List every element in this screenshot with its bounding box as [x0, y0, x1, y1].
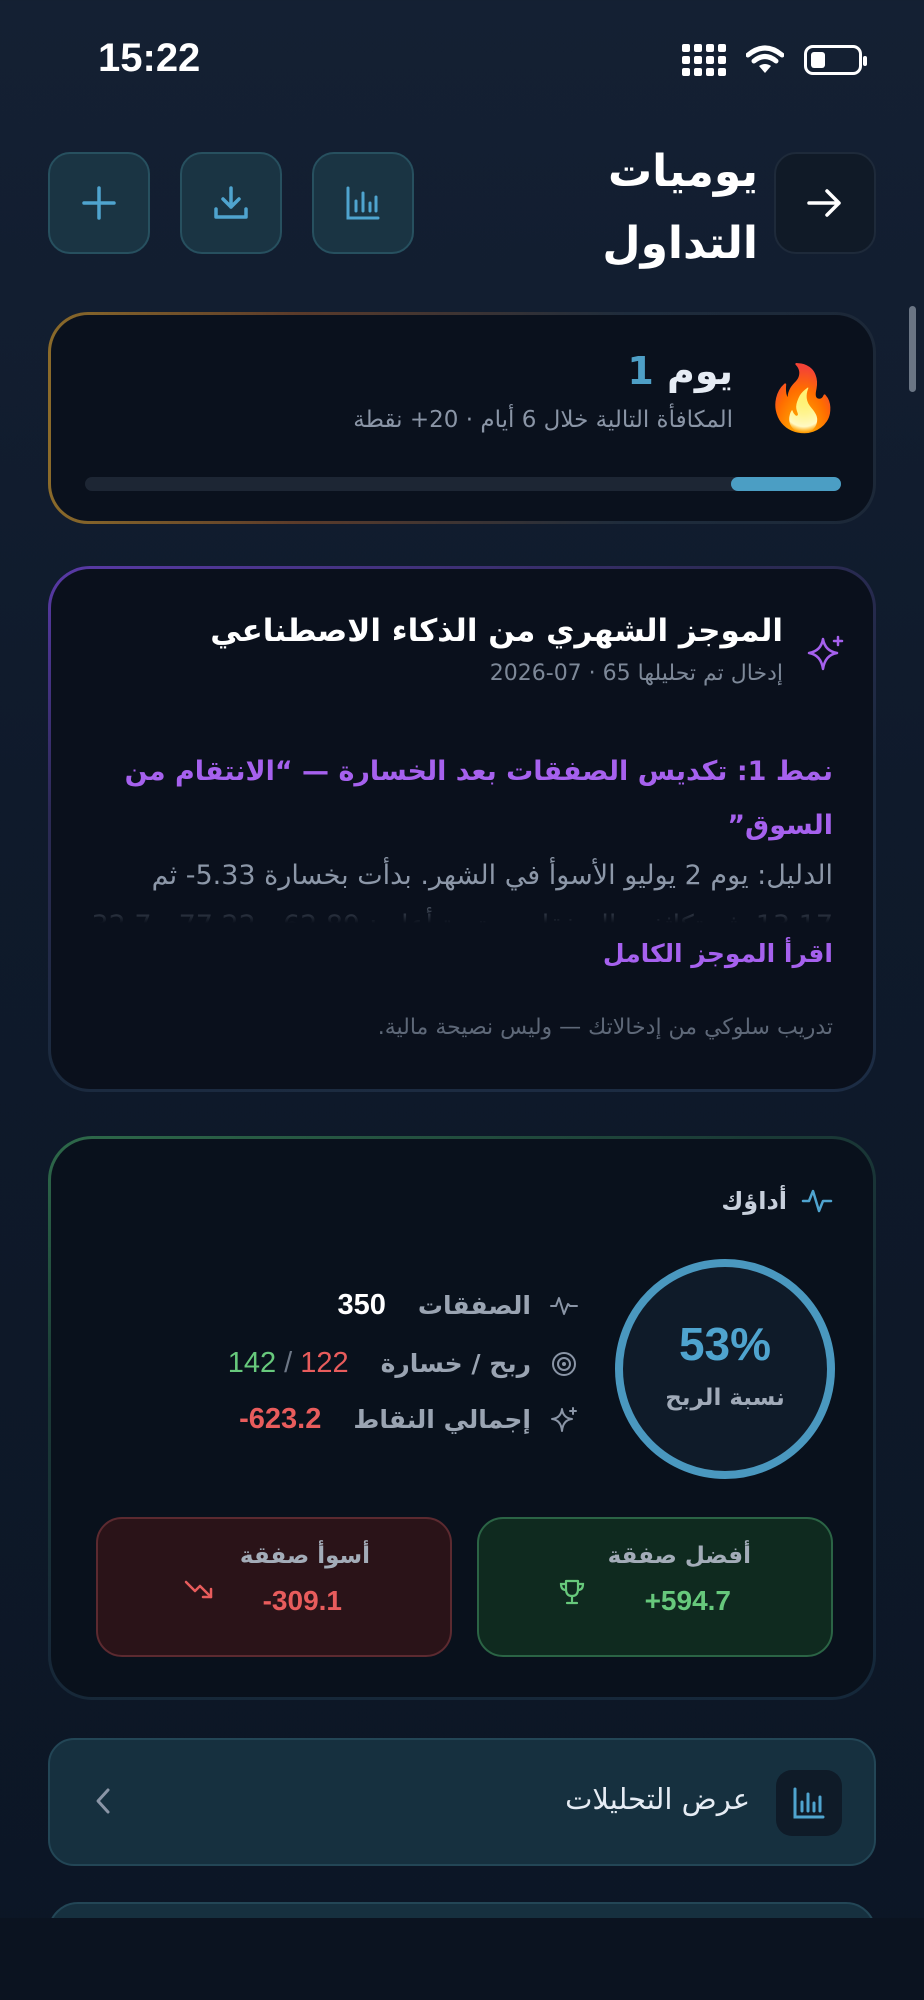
- battery-icon: [804, 45, 867, 75]
- plus-icon: [82, 186, 116, 220]
- performance-heading-label: أداؤك: [721, 1187, 787, 1215]
- win-rate-ring: 53% نسبة الربح: [615, 1259, 835, 1479]
- wifi-icon: [746, 45, 784, 73]
- streak-subtitle: المكافأة التالية خلال 6 أيام · 20+ نقطة: [353, 407, 733, 433]
- points-value: -623.2: [239, 1403, 322, 1435]
- status-time: 15:22: [98, 36, 201, 80]
- wins-value: 142: [227, 1347, 277, 1379]
- trophy-icon: [559, 1579, 585, 1605]
- view-analytics-button[interactable]: عرض التحليلات: [48, 1738, 876, 1866]
- chevron-left-icon: [96, 1788, 110, 1814]
- target-icon: [549, 1350, 579, 1378]
- ai-evidence-text: الدليل: يوم 2 يوليو الأسوأ في الشهر. بدأ…: [73, 851, 833, 923]
- losses-value: 122: [300, 1347, 349, 1379]
- streak-day: 1: [627, 349, 654, 393]
- points-stat: إجمالي النقاط -623.2: [239, 1403, 579, 1436]
- add-button[interactable]: [48, 152, 150, 254]
- back-button[interactable]: [774, 152, 876, 254]
- trend-down-icon: [184, 1580, 213, 1599]
- performance-heading: أداؤك: [721, 1187, 833, 1215]
- download-button[interactable]: [180, 152, 282, 254]
- cellular-signal-icon: [682, 44, 726, 76]
- download-icon: [214, 186, 248, 219]
- streak-progress-fill: [731, 477, 841, 491]
- ai-pattern-heading: نمط 1: تكديس الصفقات بعد الخسارة — “الان…: [124, 756, 833, 841]
- pulse-icon: [549, 1294, 579, 1318]
- bar-chart-icon: [346, 186, 380, 220]
- analytics-icon-box: [776, 1770, 842, 1836]
- sparkle-small-icon: [549, 1406, 579, 1434]
- win-rate-value: 53%: [678, 1318, 772, 1370]
- win-loss-stat: ربح / خسارة 142 / 122: [228, 1347, 579, 1380]
- ai-summary-subtitle: إدخال تم تحليلها 65 · 07-2026: [489, 661, 783, 686]
- streak-title: يوم 1: [627, 349, 733, 393]
- streak-title-prefix: يوم: [667, 349, 733, 393]
- ai-summary-card[interactable]: الموجز الشهري من الذكاء الاصطناعي إدخال …: [48, 566, 876, 1092]
- trades-stat: الصفقات 350: [338, 1289, 579, 1322]
- sparkle-icon: [807, 635, 844, 671]
- best-trade-card[interactable]: أفضل صفقة +594.7: [477, 1517, 833, 1657]
- ai-disclaimer: تدريب سلوكي من إدخالاتك — وليس نصيحة مال…: [377, 1015, 833, 1040]
- arrow-right-icon: [807, 189, 841, 217]
- view-analytics-label: عرض التحليلات: [565, 1782, 750, 1816]
- points-label: إجمالي النقاط: [353, 1405, 531, 1434]
- bottom-area: [0, 1918, 924, 2000]
- activity-icon: [801, 1189, 833, 1213]
- bar-chart-icon: [793, 1787, 825, 1819]
- stats-button[interactable]: [312, 152, 414, 254]
- best-trade-value: +594.7: [644, 1585, 731, 1616]
- worst-trade-value: -309.1: [262, 1585, 342, 1616]
- worst-trade-label: أسوأ صفقة: [239, 1543, 370, 1569]
- streak-card[interactable]: 🔥 يوم 1 المكافأة التالية خلال 6 أيام · 2…: [48, 312, 876, 524]
- best-trade-label: أفضل صفقة: [607, 1543, 751, 1569]
- read-full-summary-link[interactable]: اقرأ الموجز الكامل: [603, 939, 833, 968]
- win-rate-label: نسبة الربح: [665, 1385, 785, 1411]
- win-loss-label: ربح / خسارة: [380, 1349, 531, 1378]
- win-loss-value: 142 / 122: [228, 1347, 349, 1380]
- scrollbar[interactable]: [909, 306, 916, 392]
- page-title: يوميات التداول: [602, 146, 758, 269]
- trades-label: الصفقات: [417, 1291, 531, 1320]
- performance-card: أداؤك 53% نسبة الربح الصفقات 350 ربح / خ…: [48, 1136, 876, 1700]
- worst-trade-card[interactable]: أسوأ صفقة -309.1: [96, 1517, 452, 1657]
- ai-summary-title: الموجز الشهري من الذكاء الاصطناعي: [210, 613, 783, 649]
- streak-progress-bar: [85, 477, 841, 491]
- trades-value: 350: [337, 1289, 386, 1321]
- status-icons: [682, 44, 867, 76]
- fire-icon: 🔥: [763, 362, 843, 436]
- win-loss-separator: /: [284, 1347, 293, 1379]
